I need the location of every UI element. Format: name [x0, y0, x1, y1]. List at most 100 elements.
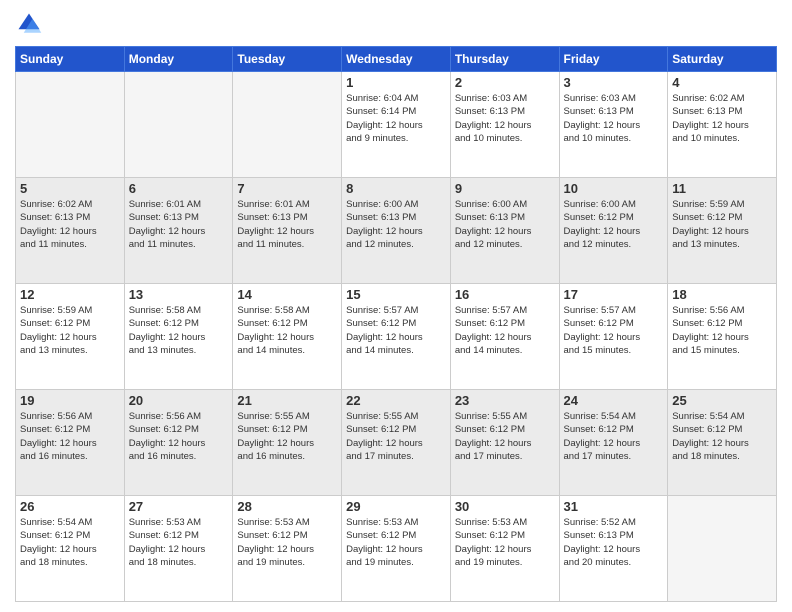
calendar-day-cell: 31Sunrise: 5:52 AM Sunset: 6:13 PM Dayli… [559, 496, 668, 602]
day-info: Sunrise: 5:59 AM Sunset: 6:12 PM Dayligh… [672, 198, 772, 251]
calendar-day-cell: 15 Sunrise: 5:57 AM Sunset: 6:12 PM Dayli… [342, 284, 451, 390]
calendar-day-cell: 21 Sunrise: 5:55 AM Sunset: 6:12 PM Dayli… [233, 390, 342, 496]
logo [15, 10, 47, 38]
day-number: 26 [20, 499, 120, 514]
calendar-day-cell: 7 Sunrise: 6:01 AM Sunset: 6:13 PM Daylig… [233, 178, 342, 284]
calendar-day-cell: 17 Sunrise: 5:57 AM Sunset: 6:12 PM Dayli… [559, 284, 668, 390]
day-info: Sunrise: 5:55 AM Sunset: 6:12 PM Dayligh… [237, 410, 337, 463]
day-number: 16 [455, 287, 555, 302]
day-info: Sunrise: 5:57 AM Sunset: 6:12 PM Dayligh… [346, 304, 446, 357]
day-number: 18 [672, 287, 772, 302]
day-number: 17 [564, 287, 664, 302]
day-info: Sunrise: 6:04 AM Sunset: 6:14 PM Dayligh… [346, 92, 446, 145]
day-info: Sunrise: 6:01 AM Sunset: 6:13 PM Dayligh… [129, 198, 229, 251]
header [15, 10, 777, 38]
day-number: 29 [346, 499, 446, 514]
day-info: Sunrise: 6:01 AM Sunset: 6:13 PM Dayligh… [237, 198, 337, 251]
day-number: 27 [129, 499, 229, 514]
calendar: SundayMondayTuesdayWednesdayThursdayFrid… [15, 46, 777, 602]
day-number: 22 [346, 393, 446, 408]
day-info: Sunrise: 6:03 AM Sunset: 6:13 PM Dayligh… [564, 92, 664, 145]
day-info: Sunrise: 5:53 AM Sunset: 6:12 PM Dayligh… [455, 516, 555, 569]
day-info: Sunrise: 5:54 AM Sunset: 6:12 PM Dayligh… [20, 516, 120, 569]
day-info: Sunrise: 5:53 AM Sunset: 6:12 PM Dayligh… [129, 516, 229, 569]
day-number: 13 [129, 287, 229, 302]
calendar-day-cell: 28 Sunrise: 5:53 AM Sunset: 6:12 PM Dayli… [233, 496, 342, 602]
day-number: 15 [346, 287, 446, 302]
day-number: 30 [455, 499, 555, 514]
calendar-day-cell: 23 Sunrise: 5:55 AM Sunset: 6:12 PM Dayli… [450, 390, 559, 496]
day-number: 7 [237, 181, 337, 196]
calendar-day-cell: 26 Sunrise: 5:54 AM Sunset: 6:12 PM Dayli… [16, 496, 125, 602]
day-number: 20 [129, 393, 229, 408]
day-number: 14 [237, 287, 337, 302]
calendar-day-cell [124, 72, 233, 178]
day-info: Sunrise: 5:56 AM Sunset: 6:12 PM Dayligh… [129, 410, 229, 463]
calendar-day-cell: 5Sunrise: 6:02 AM Sunset: 6:13 PM Daylig… [16, 178, 125, 284]
day-number: 6 [129, 181, 229, 196]
day-number: 28 [237, 499, 337, 514]
calendar-day-cell: 1 Sunrise: 6:04 AM Sunset: 6:14 PM Daylig… [342, 72, 451, 178]
weekday-header: Saturday [668, 47, 777, 72]
calendar-week-row: 1 Sunrise: 6:04 AM Sunset: 6:14 PM Daylig… [16, 72, 777, 178]
day-info: Sunrise: 5:55 AM Sunset: 6:12 PM Dayligh… [346, 410, 446, 463]
weekday-header: Sunday [16, 47, 125, 72]
day-number: 3 [564, 75, 664, 90]
day-number: 12 [20, 287, 120, 302]
calendar-day-cell: 27 Sunrise: 5:53 AM Sunset: 6:12 PM Dayli… [124, 496, 233, 602]
day-number: 8 [346, 181, 446, 196]
calendar-day-cell: 10 Sunrise: 6:00 AM Sunset: 6:12 PM Dayli… [559, 178, 668, 284]
calendar-day-cell: 12 Sunrise: 5:59 AM Sunset: 6:12 PM Dayli… [16, 284, 125, 390]
calendar-week-row: 19 Sunrise: 5:56 AM Sunset: 6:12 PM Dayli… [16, 390, 777, 496]
day-info: Sunrise: 5:54 AM Sunset: 6:12 PM Dayligh… [564, 410, 664, 463]
calendar-day-cell: 24Sunrise: 5:54 AM Sunset: 6:12 PM Dayli… [559, 390, 668, 496]
weekday-header: Wednesday [342, 47, 451, 72]
day-info: Sunrise: 5:53 AM Sunset: 6:12 PM Dayligh… [237, 516, 337, 569]
weekday-header: Friday [559, 47, 668, 72]
day-number: 5 [20, 181, 120, 196]
calendar-day-cell: 2Sunrise: 6:03 AM Sunset: 6:13 PM Daylig… [450, 72, 559, 178]
calendar-day-cell: 8Sunrise: 6:00 AM Sunset: 6:13 PM Daylig… [342, 178, 451, 284]
day-info: Sunrise: 6:00 AM Sunset: 6:12 PM Dayligh… [564, 198, 664, 251]
day-info: Sunrise: 5:56 AM Sunset: 6:12 PM Dayligh… [20, 410, 120, 463]
calendar-day-cell: 19 Sunrise: 5:56 AM Sunset: 6:12 PM Dayli… [16, 390, 125, 496]
day-info: Sunrise: 5:57 AM Sunset: 6:12 PM Dayligh… [455, 304, 555, 357]
weekday-header: Thursday [450, 47, 559, 72]
calendar-day-cell: 25 Sunrise: 5:54 AM Sunset: 6:12 PM Dayli… [668, 390, 777, 496]
day-number: 10 [564, 181, 664, 196]
calendar-day-cell: 18 Sunrise: 5:56 AM Sunset: 6:12 PM Dayli… [668, 284, 777, 390]
calendar-week-row: 26 Sunrise: 5:54 AM Sunset: 6:12 PM Dayli… [16, 496, 777, 602]
day-number: 4 [672, 75, 772, 90]
day-info: Sunrise: 5:56 AM Sunset: 6:12 PM Dayligh… [672, 304, 772, 357]
logo-icon [15, 10, 43, 38]
day-info: Sunrise: 5:58 AM Sunset: 6:12 PM Dayligh… [129, 304, 229, 357]
day-info: Sunrise: 6:02 AM Sunset: 6:13 PM Dayligh… [672, 92, 772, 145]
day-info: Sunrise: 5:53 AM Sunset: 6:12 PM Dayligh… [346, 516, 446, 569]
calendar-header-row: SundayMondayTuesdayWednesdayThursdayFrid… [16, 47, 777, 72]
day-info: Sunrise: 5:57 AM Sunset: 6:12 PM Dayligh… [564, 304, 664, 357]
calendar-day-cell [233, 72, 342, 178]
calendar-week-row: 12 Sunrise: 5:59 AM Sunset: 6:12 PM Dayli… [16, 284, 777, 390]
day-number: 25 [672, 393, 772, 408]
calendar-day-cell: 4 Sunrise: 6:02 AM Sunset: 6:13 PM Daylig… [668, 72, 777, 178]
calendar-day-cell: 11 Sunrise: 5:59 AM Sunset: 6:12 PM Dayli… [668, 178, 777, 284]
day-number: 1 [346, 75, 446, 90]
calendar-day-cell: 6 Sunrise: 6:01 AM Sunset: 6:13 PM Daylig… [124, 178, 233, 284]
day-info: Sunrise: 5:54 AM Sunset: 6:12 PM Dayligh… [672, 410, 772, 463]
calendar-day-cell: 14Sunrise: 5:58 AM Sunset: 6:12 PM Dayli… [233, 284, 342, 390]
day-number: 9 [455, 181, 555, 196]
day-number: 21 [237, 393, 337, 408]
calendar-day-cell: 16 Sunrise: 5:57 AM Sunset: 6:12 PM Dayli… [450, 284, 559, 390]
day-number: 31 [564, 499, 664, 514]
weekday-header: Monday [124, 47, 233, 72]
day-info: Sunrise: 5:59 AM Sunset: 6:12 PM Dayligh… [20, 304, 120, 357]
calendar-day-cell: 13 Sunrise: 5:58 AM Sunset: 6:12 PM Dayli… [124, 284, 233, 390]
day-info: Sunrise: 5:55 AM Sunset: 6:12 PM Dayligh… [455, 410, 555, 463]
calendar-day-cell [668, 496, 777, 602]
calendar-day-cell: 30 Sunrise: 5:53 AM Sunset: 6:12 PM Dayli… [450, 496, 559, 602]
day-number: 19 [20, 393, 120, 408]
day-number: 11 [672, 181, 772, 196]
day-info: Sunrise: 6:03 AM Sunset: 6:13 PM Dayligh… [455, 92, 555, 145]
calendar-day-cell: 20 Sunrise: 5:56 AM Sunset: 6:12 PM Dayli… [124, 390, 233, 496]
day-number: 23 [455, 393, 555, 408]
